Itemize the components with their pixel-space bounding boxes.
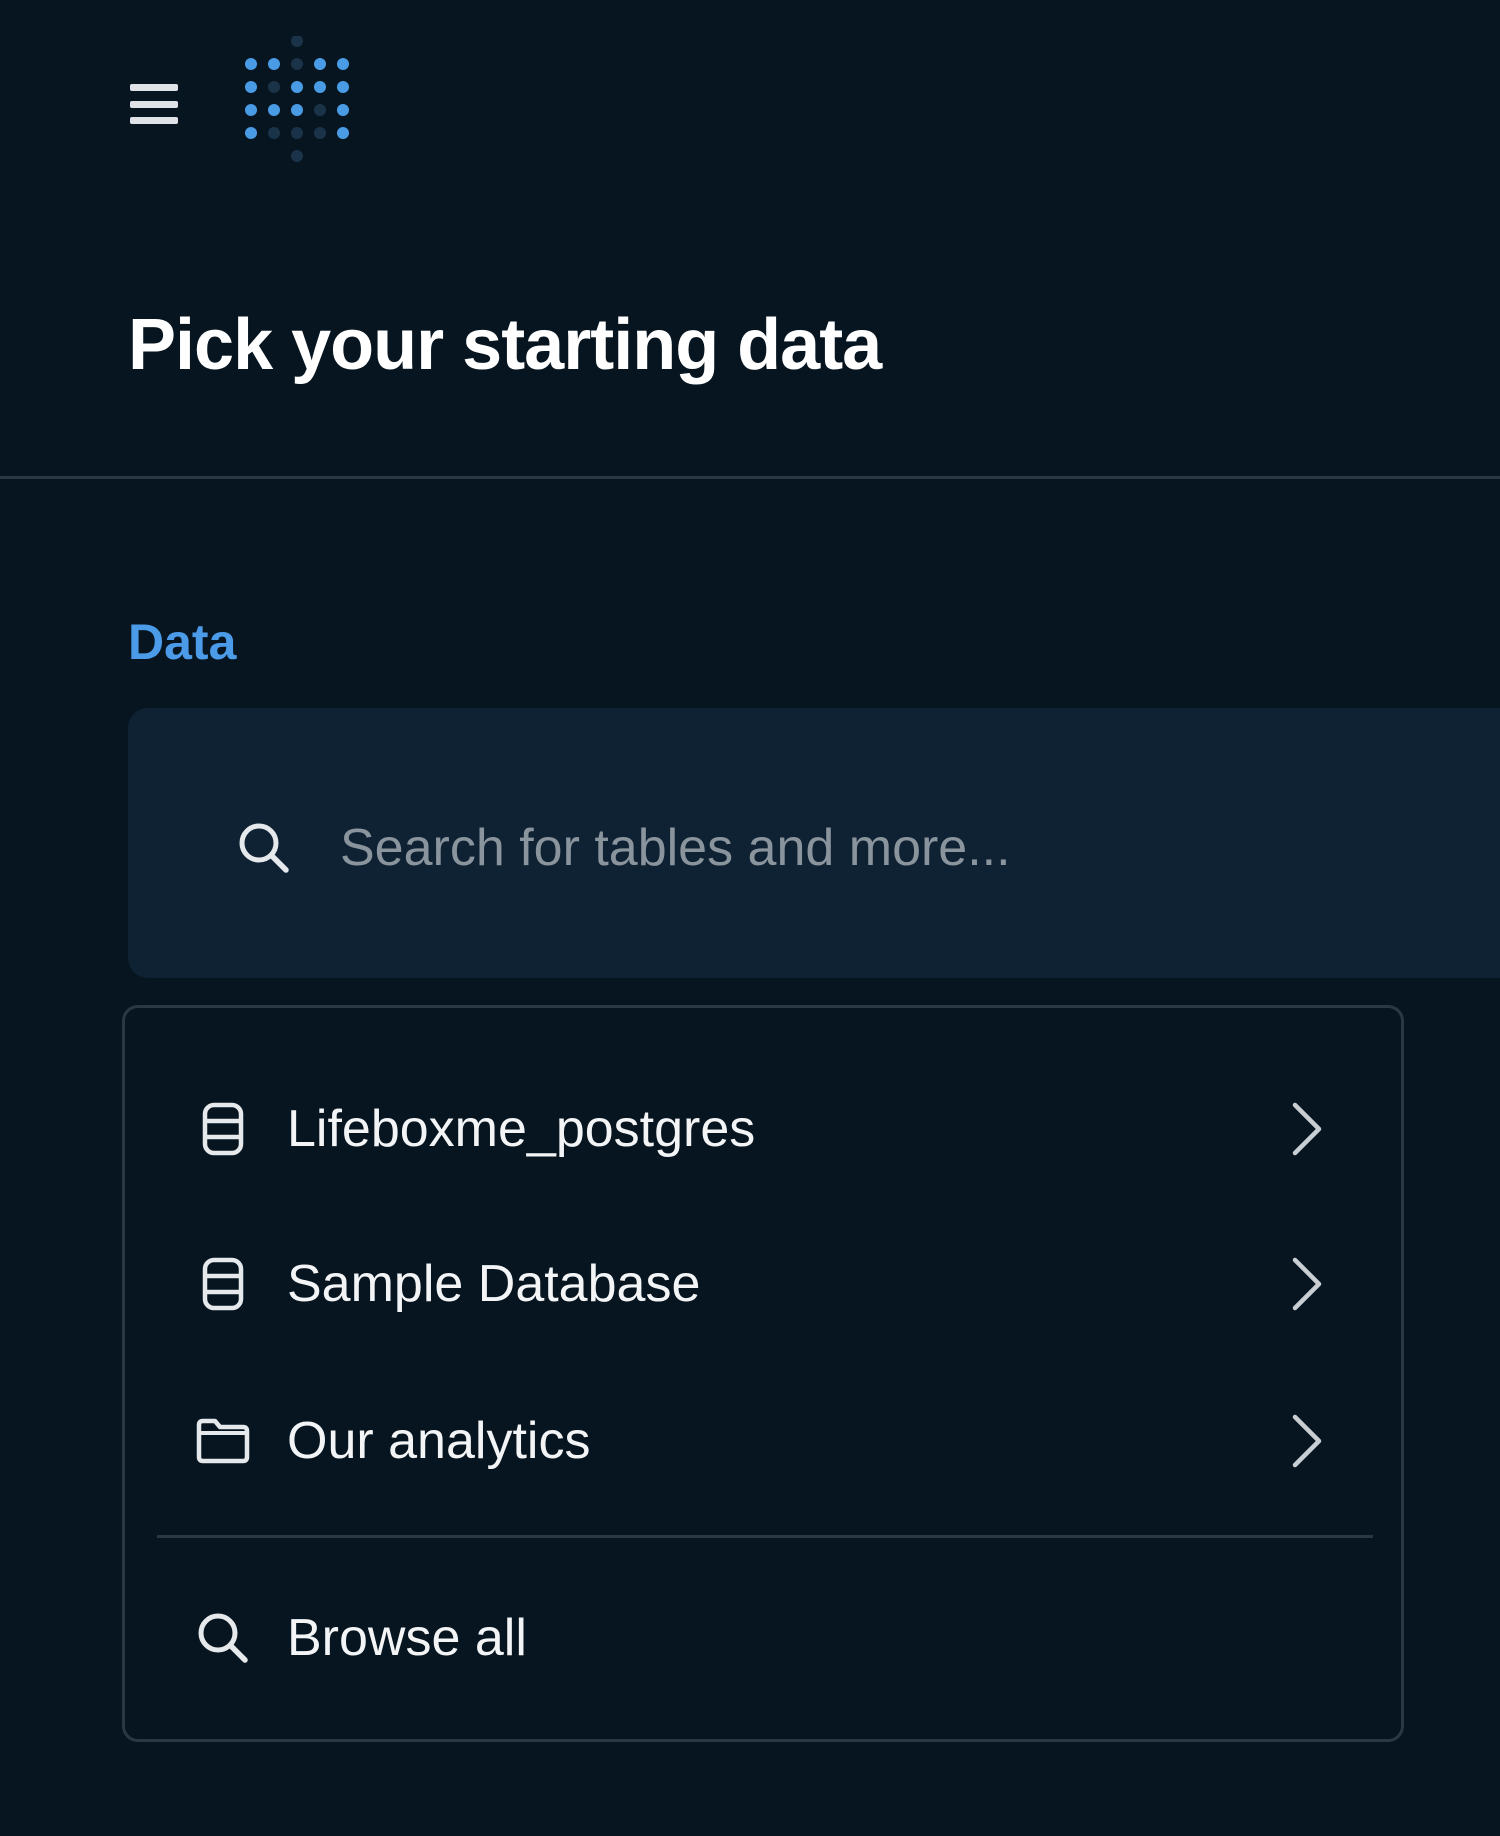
search-input[interactable] — [340, 812, 1440, 884]
database-icon — [202, 1102, 244, 1156]
chevron-right-icon — [1292, 1102, 1322, 1156]
page-title: Pick your starting data — [128, 305, 882, 385]
database-icon — [202, 1257, 244, 1311]
list-item-lifeboxme-postgres[interactable]: Lifeboxme_postgres — [125, 1074, 1401, 1184]
search-icon — [239, 823, 289, 873]
metabase-logo-icon[interactable] — [240, 36, 365, 171]
list-item-sample-database[interactable]: Sample Database — [125, 1229, 1401, 1339]
folder-icon — [196, 1418, 250, 1464]
header-divider — [0, 476, 1500, 479]
list-item-label: Sample Database — [287, 1255, 701, 1313]
browse-all-button[interactable]: Browse all — [125, 1583, 1401, 1693]
search-icon — [198, 1613, 248, 1663]
hamburger-menu-icon[interactable] — [130, 84, 180, 124]
list-item-our-analytics[interactable]: Our analytics — [125, 1386, 1401, 1496]
data-source-list: Lifeboxme_postgres Sample Database Our a… — [122, 1005, 1404, 1742]
list-divider — [157, 1535, 1373, 1538]
top-bar — [0, 0, 1500, 210]
list-item-label: Lifeboxme_postgres — [287, 1100, 756, 1158]
list-item-label: Our analytics — [287, 1412, 591, 1470]
browse-all-label: Browse all — [287, 1609, 527, 1667]
chevron-right-icon — [1292, 1414, 1322, 1468]
chevron-right-icon — [1292, 1257, 1322, 1311]
data-section-label: Data — [128, 614, 237, 670]
